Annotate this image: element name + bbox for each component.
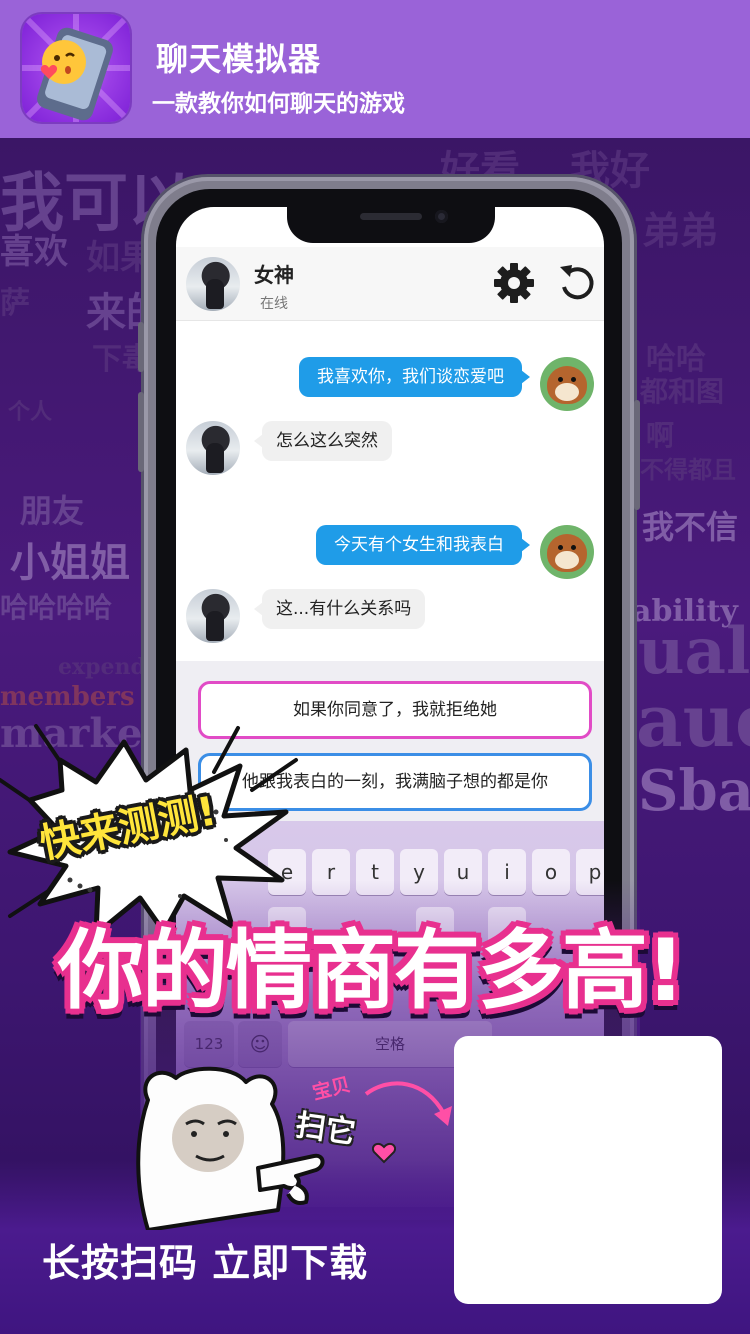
app-header: 聊天模拟器 一款教你如何聊天的游戏: [0, 0, 750, 138]
phone-side-button: [138, 322, 144, 372]
my-avatar: [540, 525, 594, 579]
my-avatar: [540, 357, 594, 411]
app-subtitle: 一款教你如何聊天的游戏: [152, 91, 405, 117]
contact-name: 女神: [254, 263, 294, 287]
chat-header: 女神 在线: [176, 247, 604, 321]
contact-avatar[interactable]: [186, 257, 240, 311]
bg-word: members: [0, 682, 135, 712]
bg-word: 朋友: [20, 492, 85, 530]
bg-word: 不得都且: [640, 456, 736, 484]
undo-icon[interactable]: [556, 261, 598, 305]
qr-code-placeholder[interactable]: [454, 1036, 722, 1304]
bg-word: 小姐姐: [10, 540, 130, 586]
app-title: 聊天模拟器: [156, 40, 322, 78]
message-bubble-sent: 我喜欢你，我们谈恋爱吧: [299, 357, 530, 397]
cta-text: 长按扫码 立即下载: [42, 1241, 369, 1285]
bg-word: 我不信: [642, 508, 739, 546]
bg-word: aud: [636, 678, 750, 763]
bg-word: 萨: [0, 286, 30, 321]
phone-notch: [287, 199, 495, 243]
app-icon: [22, 14, 130, 122]
contact-avatar: [186, 589, 240, 643]
contact-avatar: [186, 421, 240, 475]
pink-arrow-icon: [364, 1081, 452, 1126]
gear-icon[interactable]: [492, 261, 536, 305]
bg-word: expend: [58, 654, 146, 680]
message-bubble-received: 怎么这么突然: [254, 421, 392, 461]
sticker-caption-saota: 扫它: [293, 1107, 358, 1151]
bg-word: 都和图: [640, 375, 725, 408]
phone-emoji-icon: [22, 14, 130, 122]
phone-side-button: [138, 392, 144, 472]
contact-status: 在线: [260, 296, 288, 312]
phone-camera: [435, 210, 448, 223]
message-bubble-sent: 今天有个女生和我表白: [316, 525, 530, 565]
phone-side-button: [634, 400, 640, 510]
bg-word: 喜欢: [0, 232, 68, 272]
bg-word: Sba: [638, 758, 750, 824]
bg-word: 个人: [8, 400, 53, 425]
bg-word: 哈哈哈哈: [0, 591, 113, 624]
headline: 你的情商有多高!: [58, 921, 685, 1021]
message-bubble-received: 这...有什么关系吗: [253, 589, 426, 629]
heart-icon: [372, 1142, 396, 1164]
bg-word: 弟弟: [642, 209, 719, 253]
bg-word: 啊: [646, 419, 675, 452]
bear-meme-sticker: [136, 1066, 325, 1230]
phone-speaker: [360, 213, 422, 220]
